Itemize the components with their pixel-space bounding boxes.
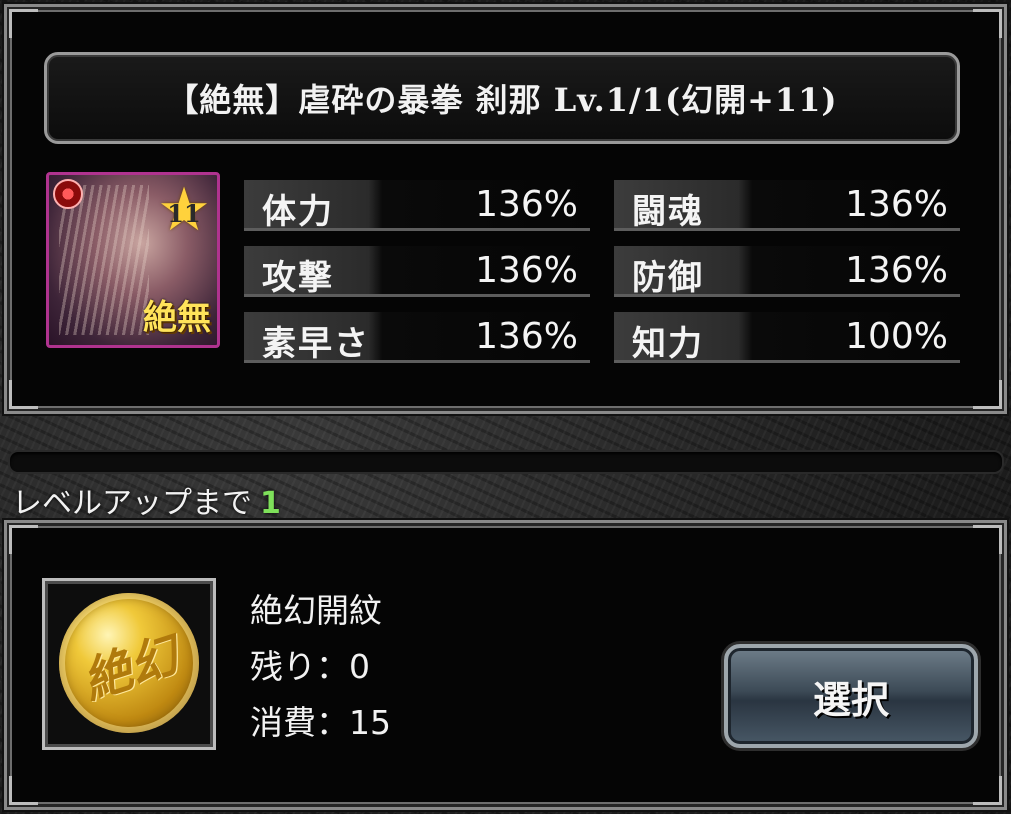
stat-label: 知力 bbox=[632, 324, 704, 364]
panel-corner bbox=[9, 9, 38, 38]
stat-value: 100% bbox=[845, 316, 948, 357]
stat-label: 闘魂 bbox=[632, 192, 704, 232]
item-icon-frame: 絶幻 bbox=[42, 578, 216, 750]
stat-label: 体力 bbox=[262, 192, 334, 232]
panel-corner bbox=[973, 9, 1002, 38]
stat-spirit: 闘魂 136% bbox=[614, 180, 960, 232]
character-title: 【絶無】虐砕の暴拳 刹那 Lv.1/1(幻開+11) bbox=[166, 81, 838, 119]
stat-label: 攻撃 bbox=[262, 258, 334, 298]
star-rank-number: 11 bbox=[167, 199, 201, 228]
gold-coin-icon: 絶幻 bbox=[59, 593, 199, 733]
level-up-label: レベルアップまで bbox=[12, 486, 252, 521]
panel-corner bbox=[9, 525, 38, 554]
character-title-bar: 【絶無】虐砕の暴拳 刹那 Lv.1/1(幻開+11) bbox=[44, 52, 960, 144]
panel-corner bbox=[973, 776, 1002, 805]
character-card[interactable]: ★ 11 絶無 bbox=[46, 172, 220, 348]
stat-value: 136% bbox=[475, 250, 578, 291]
panel-corner bbox=[9, 776, 38, 805]
stat-value: 136% bbox=[475, 184, 578, 225]
item-remaining: 残り：0 bbox=[250, 647, 370, 686]
stat-value: 136% bbox=[845, 250, 948, 291]
stat-hp: 体力 136% bbox=[244, 180, 590, 232]
item-name: 絶幻開紋 bbox=[250, 591, 382, 630]
stat-value: 136% bbox=[475, 316, 578, 357]
stat-intelligence: 知力 100% bbox=[614, 312, 960, 364]
coin-glyph: 絶幻 bbox=[76, 627, 185, 711]
panel-corner bbox=[9, 380, 38, 409]
item-cost: 消費：15 bbox=[250, 703, 391, 742]
level-up-count: 1 bbox=[260, 486, 281, 521]
select-button[interactable]: 選択 bbox=[724, 644, 978, 748]
level-up-remaining: レベルアップまで 1 bbox=[12, 478, 281, 522]
rarity-label: 絶無 bbox=[143, 298, 211, 338]
stat-speed: 素早さ 136% bbox=[244, 312, 590, 364]
panel-corner bbox=[973, 525, 1002, 554]
panel-corner bbox=[973, 380, 1002, 409]
stat-attack: 攻撃 136% bbox=[244, 246, 590, 298]
stat-label: 防御 bbox=[632, 258, 704, 298]
attribute-emblem-icon bbox=[53, 179, 83, 209]
stat-defense: 防御 136% bbox=[614, 246, 960, 298]
stat-label: 素早さ bbox=[262, 324, 370, 364]
stat-value: 136% bbox=[845, 184, 948, 225]
exp-progress-bar bbox=[8, 450, 1004, 474]
select-button-label: 選択 bbox=[812, 676, 889, 722]
